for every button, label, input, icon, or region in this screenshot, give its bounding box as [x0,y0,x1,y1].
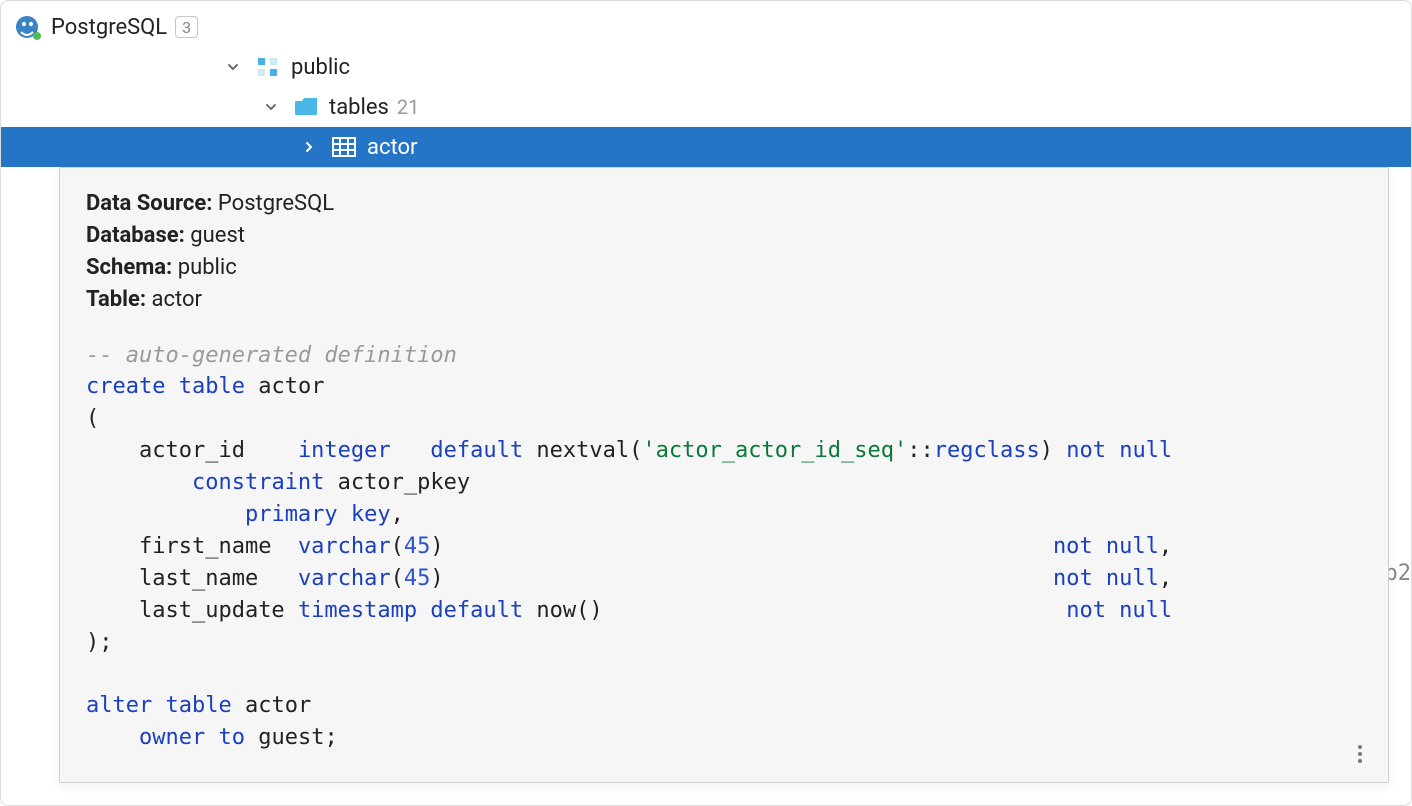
tree-count: 21 [397,95,419,119]
chevron-down-icon [259,100,283,114]
chevron-right-icon [297,140,321,154]
tree-node-label: tables [329,95,389,120]
meta-table: Table: actor [86,284,1362,316]
ddl-code: -- auto-generated definition create tabl… [86,340,1362,755]
more-options-button[interactable] [1348,742,1372,766]
tree-node-actor[interactable]: actor [1,127,1411,167]
tree-node-public[interactable]: public [1,47,1411,87]
count-badge: 3 [175,16,198,38]
tree-node-tables[interactable]: tables 21 [1,87,1411,127]
tree-node-label: public [291,55,350,80]
meta-data-source: Data Source: PostgreSQL [86,188,1362,220]
database-tree: PostgreSQL 3 public tables 21 [1,1,1411,167]
postgresql-icon [13,14,43,40]
schema-icon [253,55,283,79]
folder-icon [291,97,321,117]
chevron-down-icon [221,60,245,74]
tree-node-postgresql[interactable]: PostgreSQL 3 [1,7,1411,47]
meta-schema: Schema: public [86,252,1362,284]
table-icon [329,137,359,157]
tree-node-label: actor [367,135,417,160]
tree-node-label: PostgreSQL [51,15,167,40]
meta-database: Database: guest [86,220,1362,252]
quick-doc-popup: Data Source: PostgreSQL Database: guest … [59,167,1389,783]
